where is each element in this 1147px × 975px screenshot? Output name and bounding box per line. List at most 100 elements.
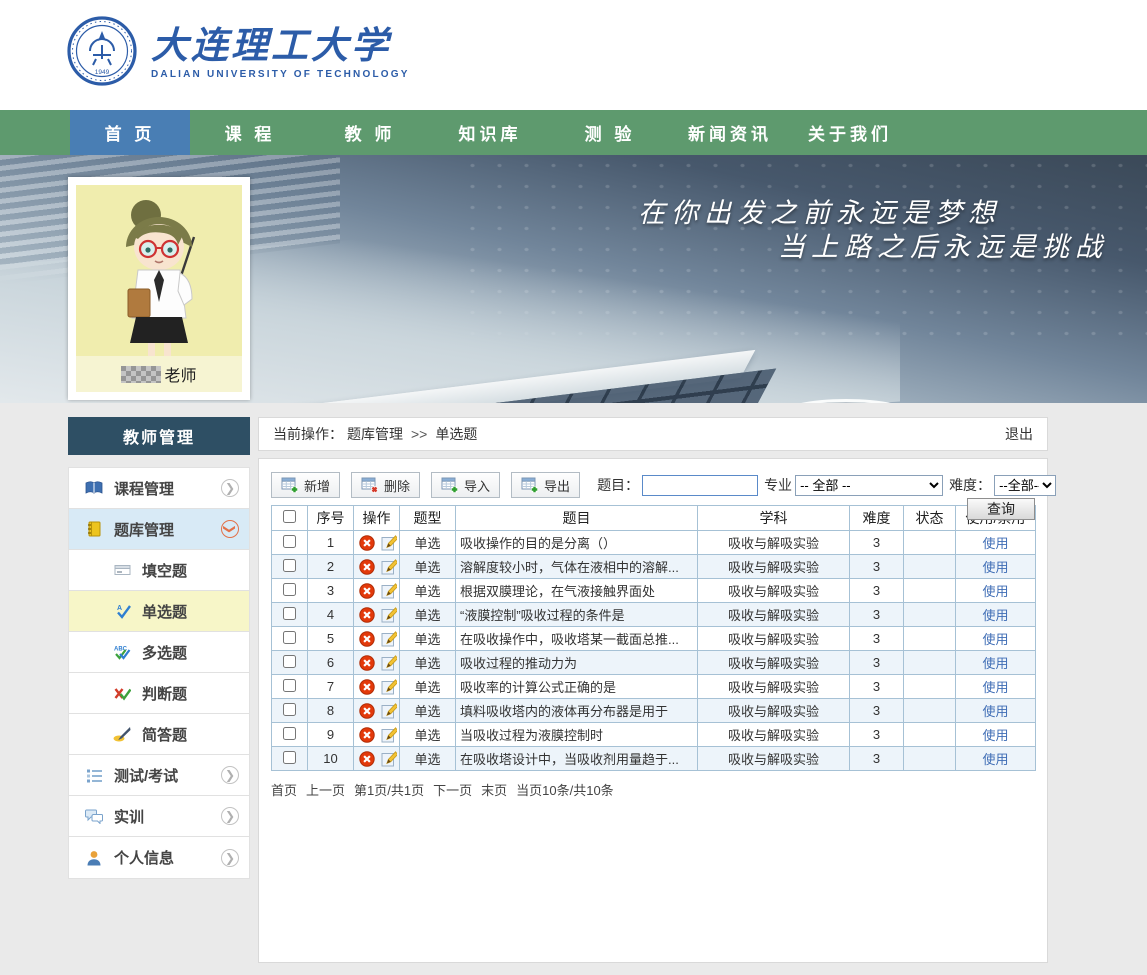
delete-row-icon[interactable] (359, 583, 375, 599)
notebook-icon (83, 521, 105, 537)
edit-row-icon[interactable] (381, 583, 397, 599)
delete-row-icon[interactable] (359, 751, 375, 767)
major-select[interactable]: -- 全部 -- (795, 475, 943, 496)
edit-row-icon[interactable] (381, 559, 397, 575)
use-link[interactable]: 使用 (982, 536, 1008, 551)
export-button[interactable]: 导出 (511, 472, 580, 498)
sidebar-item-label: 实训 (114, 806, 221, 827)
sidebar-item-course-management[interactable]: 课程管理 ❯ (69, 468, 249, 509)
nav-item[interactable]: 教 师 (310, 110, 430, 155)
sidebar-item-multi-choice[interactable]: ABC 多选题 (69, 632, 249, 673)
use-link[interactable]: 使用 (982, 656, 1008, 671)
university-name-cn: 大连理工大学 (151, 27, 410, 64)
sidebar-item-tests-exams[interactable]: 测试/考试 ❯ (69, 755, 249, 796)
row-checkbox-cell (272, 627, 308, 651)
add-button[interactable]: 新增 (271, 472, 340, 498)
book-icon (83, 480, 105, 496)
delete-row-icon[interactable] (359, 559, 375, 575)
query-button[interactable]: 查询 (967, 498, 1035, 520)
row-checkbox[interactable] (283, 703, 296, 716)
row-title: 溶解度较小时，气体在液相中的溶解... (456, 555, 698, 579)
pagination-next[interactable]: 下一页 (433, 780, 472, 799)
sidebar-item-single-choice[interactable]: A 单选题 (69, 591, 249, 632)
edit-row-icon[interactable] (381, 607, 397, 623)
row-title: 在吸收塔设计中，当吸收剂用量趋于... (456, 747, 698, 771)
table-row: 8 单选 填料吸收塔内的液体再分布器是用于 吸收与解吸实验 3 使用 (272, 699, 1036, 723)
row-checkbox[interactable] (283, 583, 296, 596)
pagination-page-info: 第1页/共1页 (354, 780, 424, 799)
nav-item[interactable]: 首 页 (70, 110, 190, 155)
row-checkbox[interactable] (283, 631, 296, 644)
edit-row-icon[interactable] (381, 679, 397, 695)
row-checkbox[interactable] (283, 751, 296, 764)
row-no: 8 (308, 699, 354, 723)
row-status (904, 723, 956, 747)
sidebar-item-short-answer[interactable]: 简答题 (69, 714, 249, 755)
question-panel: 新增 删除 导入 导出 题目： 专业 (258, 458, 1048, 963)
edit-row-icon[interactable] (381, 535, 397, 551)
breadcrumb-prefix: 当前操作： (273, 424, 343, 444)
blank-question-icon (111, 563, 133, 577)
import-button[interactable]: 导入 (431, 472, 500, 498)
use-link[interactable]: 使用 (982, 632, 1008, 647)
sidebar-item-label: 多选题 (142, 642, 239, 663)
nav-item[interactable]: 测 验 (550, 110, 670, 155)
sidebar-item-fill-blank[interactable]: 填空题 (69, 550, 249, 591)
delete-row-icon[interactable] (359, 631, 375, 647)
single-choice-icon: A (111, 603, 133, 619)
header-checkbox-cell (272, 506, 308, 531)
nav-item[interactable]: 新闻资讯 (670, 110, 790, 155)
pagination-prev[interactable]: 上一页 (306, 780, 345, 799)
university-seal-icon: 1949 (66, 15, 138, 92)
row-title: 吸收过程的推动力为 (456, 651, 698, 675)
row-checkbox[interactable] (283, 607, 296, 620)
select-all-checkbox[interactable] (283, 510, 296, 523)
delete-row-icon[interactable] (359, 655, 375, 671)
row-actions (354, 747, 400, 771)
header-difficulty: 难度 (850, 506, 904, 531)
use-link[interactable]: 使用 (982, 704, 1008, 719)
use-link[interactable]: 使用 (982, 752, 1008, 767)
delete-row-icon[interactable] (359, 679, 375, 695)
title-filter-input[interactable] (642, 475, 758, 496)
nav-item[interactable]: 关于我们 (790, 110, 910, 155)
delete-row-icon[interactable] (359, 535, 375, 551)
row-checkbox[interactable] (283, 679, 296, 692)
row-checkbox[interactable] (283, 535, 296, 548)
edit-row-icon[interactable] (381, 703, 397, 719)
add-button-label: 新增 (304, 476, 330, 495)
row-subject: 吸收与解吸实验 (698, 747, 850, 771)
pagination-last[interactable]: 末页 (481, 780, 507, 799)
use-link[interactable]: 使用 (982, 728, 1008, 743)
sidebar-item-true-false[interactable]: 判断题 (69, 673, 249, 714)
sidebar-item-training[interactable]: 实训 ❯ (69, 796, 249, 837)
edit-row-icon[interactable] (381, 727, 397, 743)
use-link[interactable]: 使用 (982, 584, 1008, 599)
edit-row-icon[interactable] (381, 631, 397, 647)
breadcrumb-section[interactable]: 题库管理 (347, 424, 403, 444)
pagination-first[interactable]: 首页 (271, 780, 297, 799)
delete-button[interactable]: 删除 (351, 472, 420, 498)
table-add-icon (281, 477, 299, 494)
delete-row-icon[interactable] (359, 703, 375, 719)
row-checkbox-cell (272, 579, 308, 603)
use-link[interactable]: 使用 (982, 560, 1008, 575)
edit-row-icon[interactable] (381, 655, 397, 671)
delete-row-icon[interactable] (359, 607, 375, 623)
use-link[interactable]: 使用 (982, 608, 1008, 623)
row-no: 10 (308, 747, 354, 771)
sidebar-item-question-bank[interactable]: 题库管理 ❯ (69, 509, 249, 550)
multi-choice-icon: ABC (111, 644, 133, 660)
sidebar-item-personal-info[interactable]: 个人信息 ❯ (69, 837, 249, 878)
difficulty-select[interactable]: --全部-- (994, 475, 1056, 496)
logout-link[interactable]: 退出 (1005, 424, 1033, 444)
row-checkbox[interactable] (283, 727, 296, 740)
nav-item[interactable]: 知识库 (430, 110, 550, 155)
delete-row-icon[interactable] (359, 727, 375, 743)
row-checkbox[interactable] (283, 559, 296, 572)
row-checkbox[interactable] (283, 655, 296, 668)
nav-item[interactable]: 课 程 (190, 110, 310, 155)
sidebar-item-label: 题库管理 (114, 519, 221, 540)
use-link[interactable]: 使用 (982, 680, 1008, 695)
edit-row-icon[interactable] (381, 751, 397, 767)
